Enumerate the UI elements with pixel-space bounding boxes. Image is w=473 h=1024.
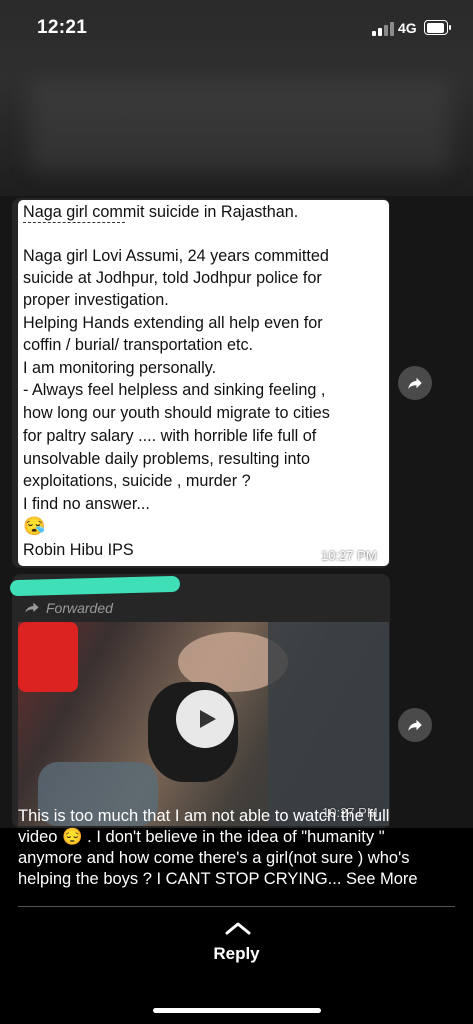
caption-text: helping the boys ? I CANT STOP CRYING... xyxy=(18,870,342,888)
caption-text: video xyxy=(18,828,58,846)
home-indicator[interactable] xyxy=(153,1008,321,1013)
forwarded-text-image: Naga girl commit suicide in Rajasthan. N… xyxy=(18,200,389,566)
status-time: 12:21 xyxy=(37,17,88,38)
message-1-timestamp: 10:27 PM xyxy=(321,548,377,563)
caption-line: video 😔 . I don't believe in the idea of… xyxy=(18,827,385,848)
caption-line: This is too much that I am not able to w… xyxy=(18,807,390,825)
forwarded-text: Forwarded xyxy=(46,600,113,616)
doc-line: I find no answer... xyxy=(23,495,150,513)
forward-button-1[interactable] xyxy=(398,366,432,400)
doc-line: suicide at Jodhpur, told Jodhpur police … xyxy=(23,269,322,287)
play-button[interactable] xyxy=(176,690,234,748)
share-arrow-icon xyxy=(408,719,422,731)
caption-line: helping the boys ? I CANT STOP CRYING...… xyxy=(18,869,418,890)
chevron-up-icon[interactable] xyxy=(224,920,252,936)
cellular-signal-icon xyxy=(372,22,394,36)
caption-line: anymore and how come there's a girl(not … xyxy=(18,849,410,867)
share-arrow-icon xyxy=(408,377,422,389)
caption-text: . I don't believe in the idea of "humani… xyxy=(82,828,385,846)
play-icon xyxy=(200,710,216,728)
battery-icon xyxy=(424,20,451,35)
status-bar: 12:21 4G xyxy=(0,0,473,58)
caption-divider xyxy=(18,906,455,907)
doc-line: how long our youth should migrate to cit… xyxy=(23,404,330,422)
doc-line: Helping Hands extending all help even fo… xyxy=(23,314,323,332)
doc-line: Naga girl Lovi Assumi, 24 years committe… xyxy=(23,247,329,265)
doc-title: Naga girl commit suicide in Rajasthan. xyxy=(23,203,299,221)
doc-line: unsolvable daily problems, resulting int… xyxy=(23,450,311,468)
see-more-link[interactable]: See More xyxy=(346,870,418,888)
doc-line: for paltry salary .... with horrible lif… xyxy=(23,427,317,445)
sleepy-face-emoji: 😪 xyxy=(23,516,46,536)
doc-signature: Robin Hibu IPS xyxy=(23,541,134,559)
pensive-face-emoji: 😔 xyxy=(62,828,83,846)
doc-divider xyxy=(23,222,125,223)
forwarded-label: Forwarded xyxy=(24,600,113,616)
doc-line: exploitations, suicide , murder ? xyxy=(23,472,251,490)
forward-button-2[interactable] xyxy=(398,708,432,742)
doc-line: coffin / burial/ transportation etc. xyxy=(23,336,254,354)
network-type: 4G xyxy=(398,20,417,36)
reply-button[interactable]: Reply xyxy=(0,944,473,964)
doc-line: - Always feel helpless and sinking feeli… xyxy=(23,381,326,399)
doc-line: I am monitoring personally. xyxy=(23,359,217,377)
doc-line: proper investigation. xyxy=(23,291,169,309)
forwarded-arrow-icon xyxy=(25,602,39,613)
